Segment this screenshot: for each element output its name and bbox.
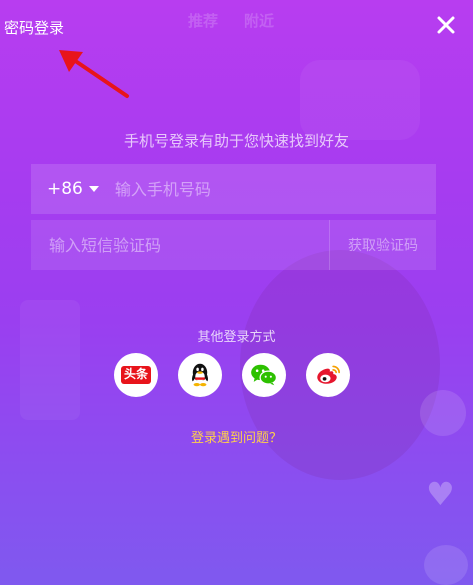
qq-login-button[interactable] [178,353,222,397]
country-code-selector[interactable]: +86 [47,179,99,199]
login-subtitle: 手机号登录有助于您快速找到好友 [123,132,349,150]
background-heart-icon: ♥ [426,475,455,513]
background-tab-nearby: 附近 [244,12,275,30]
other-login-title: 其他登录方式 [197,330,276,345]
get-code-button[interactable]: 获取验证码 [329,220,436,270]
close-icon [437,16,455,34]
wechat-icon [251,364,278,386]
background-tabs: 推荐 附近 [188,10,274,31]
phone-number-input[interactable] [112,163,436,215]
close-button[interactable] [436,15,456,35]
password-login-link[interactable]: 密码登录 [4,17,64,38]
toutiao-icon: 头条 [120,366,151,384]
background-decoration [300,60,420,140]
weibo-login-button[interactable] [306,353,350,397]
country-code-value: +86 [47,179,83,199]
annotation-arrow-icon [59,50,129,98]
sms-code-row: 获取验证码 [31,219,436,271]
background-comment-shape [424,545,468,585]
qq-penguin-icon [192,363,208,387]
login-trouble-link[interactable]: 登录遇到问题？ [0,427,473,446]
caret-down-icon [88,186,99,192]
sms-code-input[interactable] [47,219,329,271]
login-screen: 推荐 附近 ♥ 密码登录 手机号登录有助于您快速找到好友 +86 获取验证码 其… [0,0,473,585]
background-decoration [20,300,80,420]
toutiao-login-button[interactable]: 头条 [114,353,158,397]
phone-number-row: +86 [31,163,436,215]
weibo-icon [317,365,340,384]
social-login-row: 头条 [114,353,350,397]
background-tab-recommend: 推荐 [188,12,219,30]
wechat-login-button[interactable] [242,353,286,397]
